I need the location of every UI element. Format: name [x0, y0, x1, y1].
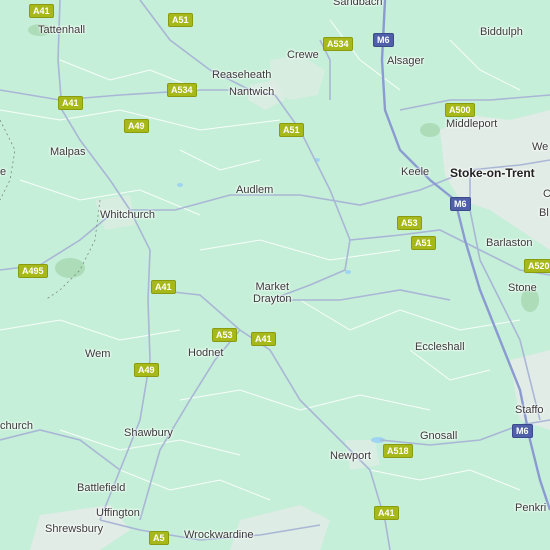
- road-shield-a53[interactable]: A53: [397, 216, 422, 230]
- road-shield-a51[interactable]: A51: [168, 13, 193, 27]
- town-label-barlaston[interactable]: Barlaston: [486, 237, 532, 249]
- road-shield-a51[interactable]: A51: [279, 123, 304, 137]
- road-shield-m6[interactable]: M6: [373, 33, 394, 47]
- road-shield-m6[interactable]: M6: [512, 424, 533, 438]
- road-shield-a5[interactable]: A5: [149, 531, 169, 545]
- road-shield-a41[interactable]: A41: [29, 4, 54, 18]
- town-label-nantwich[interactable]: Nantwich: [229, 86, 274, 98]
- road-shield-a518[interactable]: A518: [383, 444, 413, 458]
- town-label-crewe[interactable]: Crewe: [287, 49, 319, 61]
- town-label-penkridge[interactable]: Penkri: [515, 502, 546, 514]
- town-label-stone[interactable]: Stone: [508, 282, 537, 294]
- town-label-audlem[interactable]: Audlem: [236, 184, 273, 196]
- town-label-wrockwardine[interactable]: Wrockwardine: [184, 529, 254, 541]
- town-label-keele[interactable]: Keele: [401, 166, 429, 178]
- road-shield-a41[interactable]: A41: [374, 506, 399, 520]
- road-shield-m6[interactable]: M6: [450, 197, 471, 211]
- town-label-sandbach[interactable]: Sandbach: [333, 0, 383, 8]
- road-shield-a53[interactable]: A53: [212, 328, 237, 342]
- town-label-shrewsbury[interactable]: Shrewsbury: [45, 523, 103, 535]
- town-label-newport[interactable]: Newport: [330, 450, 371, 462]
- road-shield-a49[interactable]: A49: [134, 363, 159, 377]
- town-label-malpas[interactable]: Malpas: [50, 146, 85, 158]
- town-label-whitchurch[interactable]: Whitchurch: [100, 209, 155, 221]
- town-label-hodnet[interactable]: Hodnet: [188, 347, 223, 359]
- road-shield-a51[interactable]: A51: [411, 236, 436, 250]
- town-label-uffington[interactable]: Uffington: [96, 507, 140, 519]
- town-label-we-edge[interactable]: We: [532, 141, 548, 153]
- map-canvas[interactable]: Tattenhall Sandbach Biddulph Crewe Alsag…: [0, 0, 550, 550]
- town-label-tattenhall[interactable]: Tattenhall: [38, 24, 85, 36]
- town-label-middleport[interactable]: Middleport: [446, 118, 497, 130]
- road-shield-a41[interactable]: A41: [251, 332, 276, 346]
- town-label-alsager[interactable]: Alsager: [387, 55, 424, 67]
- road-shield-a41[interactable]: A41: [151, 280, 176, 294]
- town-label-reaseheath[interactable]: Reaseheath: [212, 69, 271, 81]
- town-label-wem[interactable]: Wem: [85, 348, 110, 360]
- road-shield-a534[interactable]: A534: [167, 83, 197, 97]
- map-base-layer: [0, 0, 550, 550]
- road-shield-a500[interactable]: A500: [445, 103, 475, 117]
- road-shield-a520[interactable]: A520: [524, 259, 550, 273]
- road-shield-a534[interactable]: A534: [323, 37, 353, 51]
- town-label-stoke-on-trent[interactable]: Stoke-on-Trent: [450, 167, 535, 179]
- town-label-c-edge[interactable]: C: [543, 188, 550, 200]
- town-label-e-edge[interactable]: e: [0, 166, 6, 178]
- road-shield-a41[interactable]: A41: [58, 96, 83, 110]
- town-label-biddulph[interactable]: Biddulph: [480, 26, 523, 38]
- town-label-church[interactable]: church: [0, 420, 33, 432]
- town-label-gnosall[interactable]: Gnosall: [420, 430, 457, 442]
- road-shield-a49[interactable]: A49: [124, 119, 149, 133]
- town-label-market-drayton[interactable]: Market Drayton: [253, 281, 292, 305]
- town-label-battlefield[interactable]: Battlefield: [77, 482, 125, 494]
- road-shield-a495[interactable]: A495: [18, 264, 48, 278]
- town-label-stafford[interactable]: Staffo: [515, 404, 544, 416]
- town-label-shawbury[interactable]: Shawbury: [124, 427, 173, 439]
- town-label-bl-edge[interactable]: Bl: [539, 207, 549, 219]
- town-label-eccleshall[interactable]: Eccleshall: [415, 341, 465, 353]
